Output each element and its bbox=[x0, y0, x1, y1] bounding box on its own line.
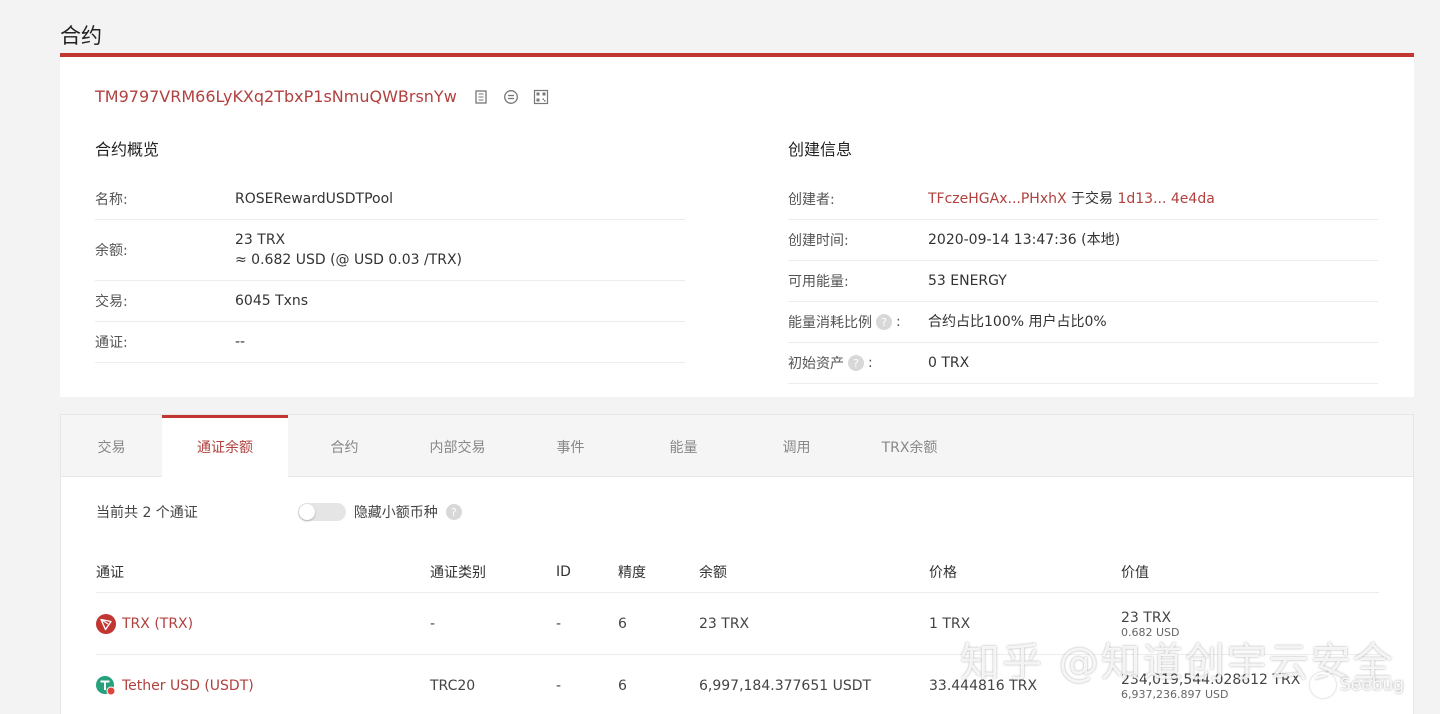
col-precision: 精度 bbox=[618, 564, 646, 581]
balance-label: 余额: bbox=[95, 243, 128, 259]
token-count-text: 当前共 2 个通证 bbox=[96, 505, 198, 521]
energy-label: 可用能量: bbox=[788, 274, 849, 290]
overview-row-balance: 余额: 23 TRX ≈ 0.682 USD (@ USD 0.03 /TRX) bbox=[95, 220, 685, 281]
tab-transactions[interactable]: 交易 bbox=[61, 415, 162, 476]
time-value: 2020-09-14 13:47:36 (本地) bbox=[928, 232, 1121, 248]
token-balance: 6,997,184.377651 USDT bbox=[699, 677, 872, 694]
overview-row-name: 名称: ROSERewardUSDTPool bbox=[95, 179, 685, 220]
col-id: ID bbox=[556, 563, 571, 580]
overview-heading: 合约概览 bbox=[95, 140, 160, 159]
col-balance: 余额 bbox=[699, 564, 727, 581]
token-summary-row: 当前共 2 个通证 隐藏小额币种 ? bbox=[96, 502, 466, 522]
tokens-label: 通证: bbox=[95, 335, 128, 351]
token-type: - bbox=[430, 615, 436, 632]
table-header: 通证 通证类别 ID 精度 余额 价格 价值 bbox=[96, 551, 1379, 593]
toggle-knob bbox=[298, 504, 315, 520]
creator-label: 创建者: bbox=[788, 192, 835, 208]
watermark-brand-text: Seebug bbox=[1340, 675, 1405, 695]
overview-section: 合约概览 名称: ROSERewardUSDTPool 余额: 23 TRX ≈… bbox=[95, 139, 685, 363]
overview-row-transactions: 交易: 6045 Txns bbox=[95, 281, 685, 322]
tab-bar: 交易 通证余额 合约 内部交易 事件 能量 调用 TRX余额 bbox=[61, 415, 1413, 478]
ratio-help-icon[interactable]: ? bbox=[876, 314, 892, 330]
initial-value: 0 TRX bbox=[928, 355, 970, 371]
hide-small-help-icon[interactable]: ? bbox=[445, 504, 462, 520]
watermark-brand: Seebug bbox=[1310, 672, 1404, 698]
contract-address[interactable]: TM9797VRM66LyKXq2TbxP1sNmuQWBrsnYw bbox=[95, 87, 457, 106]
token-id: - bbox=[556, 615, 562, 632]
creation-row-time: 创建时间: 2020-09-14 13:47:36 (本地) bbox=[788, 220, 1378, 261]
creation-section: 创建信息 创建者: TFczeHGAx...PHxhX 于交易 1d13... … bbox=[788, 139, 1378, 384]
tab-token-balances[interactable]: 通证余额 bbox=[162, 415, 288, 478]
seebug-logo-icon bbox=[1310, 672, 1336, 698]
token-balance: 23 TRX bbox=[699, 615, 750, 632]
hide-small-label: 隐藏小额币种 bbox=[353, 505, 438, 521]
tab-calls[interactable]: 调用 bbox=[740, 415, 853, 476]
initial-colon: : bbox=[868, 355, 873, 371]
hide-small-toggle[interactable] bbox=[297, 503, 346, 521]
token-id: - bbox=[556, 677, 562, 694]
initial-label: 初始资产 bbox=[788, 356, 844, 372]
col-value: 价值 bbox=[1121, 564, 1149, 581]
token-name-link[interactable]: Tether USD (USDT) bbox=[122, 678, 254, 694]
tab-trx-balance[interactable]: TRX余额 bbox=[853, 415, 966, 476]
tab-events[interactable]: 事件 bbox=[514, 415, 627, 476]
energy-value: 53 ENERGY bbox=[928, 273, 1007, 289]
tether-icon bbox=[96, 675, 116, 696]
col-token: 通证 bbox=[96, 564, 124, 581]
ratio-colon: : bbox=[896, 314, 901, 330]
tag-icon[interactable] bbox=[503, 89, 519, 105]
ratio-label: 能量消耗比例 bbox=[788, 315, 872, 331]
name-value: ROSERewardUSDTPool bbox=[235, 191, 394, 207]
token-type: TRC20 bbox=[430, 677, 476, 694]
creation-heading: 创建信息 bbox=[788, 140, 853, 159]
address-row: TM9797VRM66LyKXq2TbxP1sNmuQWBrsnYw bbox=[95, 87, 549, 106]
transactions-value[interactable]: 6045 Txns bbox=[235, 291, 308, 311]
col-price: 价格 bbox=[929, 564, 957, 581]
token-value: 23 TRX bbox=[1121, 609, 1172, 626]
time-label: 创建时间: bbox=[788, 233, 849, 249]
col-type: 通证类别 bbox=[430, 564, 486, 581]
creation-row-initial: 初始资产?: 0 TRX bbox=[788, 343, 1378, 384]
balance-usd: ≈ 0.682 USD (@ USD 0.03 /TRX) bbox=[235, 252, 463, 268]
token-precision: 6 bbox=[618, 615, 627, 632]
tab-contract[interactable]: 合约 bbox=[288, 415, 401, 476]
overview-row-tokens: 通证: -- bbox=[95, 322, 685, 363]
tab-internal-transactions[interactable]: 内部交易 bbox=[401, 415, 514, 476]
creation-row-creator: 创建者: TFczeHGAx...PHxhX 于交易 1d13... 4e4da bbox=[788, 179, 1378, 220]
creation-row-ratio: 能量消耗比例?: 合约占比100% 用户占比0% bbox=[788, 302, 1378, 343]
ratio-value: 合约占比100% 用户占比0% bbox=[928, 314, 1107, 330]
name-label: 名称: bbox=[95, 192, 128, 208]
transactions-label: 交易: bbox=[95, 294, 128, 310]
creator-address-link[interactable]: TFczeHGAx...PHxhX bbox=[928, 191, 1067, 207]
creation-tx-link[interactable]: 1d13... 4e4da bbox=[1117, 191, 1214, 207]
balance-value: 23 TRX bbox=[235, 232, 286, 248]
creator-in-tx-text: 于交易 bbox=[1066, 191, 1118, 207]
initial-help-icon[interactable]: ? bbox=[848, 355, 864, 371]
tab-energy[interactable]: 能量 bbox=[627, 415, 740, 476]
page-title: 合约 bbox=[60, 24, 102, 48]
token-precision: 6 bbox=[618, 677, 627, 694]
tokens-value: -- bbox=[235, 334, 246, 350]
tron-icon bbox=[96, 613, 116, 634]
qrcode-icon[interactable] bbox=[533, 89, 549, 105]
contract-info-card: TM9797VRM66LyKXq2TbxP1sNmuQWBrsnYw 合约概览 … bbox=[60, 57, 1414, 397]
token-name-link[interactable]: TRX (TRX) bbox=[122, 616, 193, 632]
copy-icon[interactable] bbox=[473, 89, 489, 105]
creation-row-energy: 可用能量: 53 ENERGY bbox=[788, 261, 1378, 302]
